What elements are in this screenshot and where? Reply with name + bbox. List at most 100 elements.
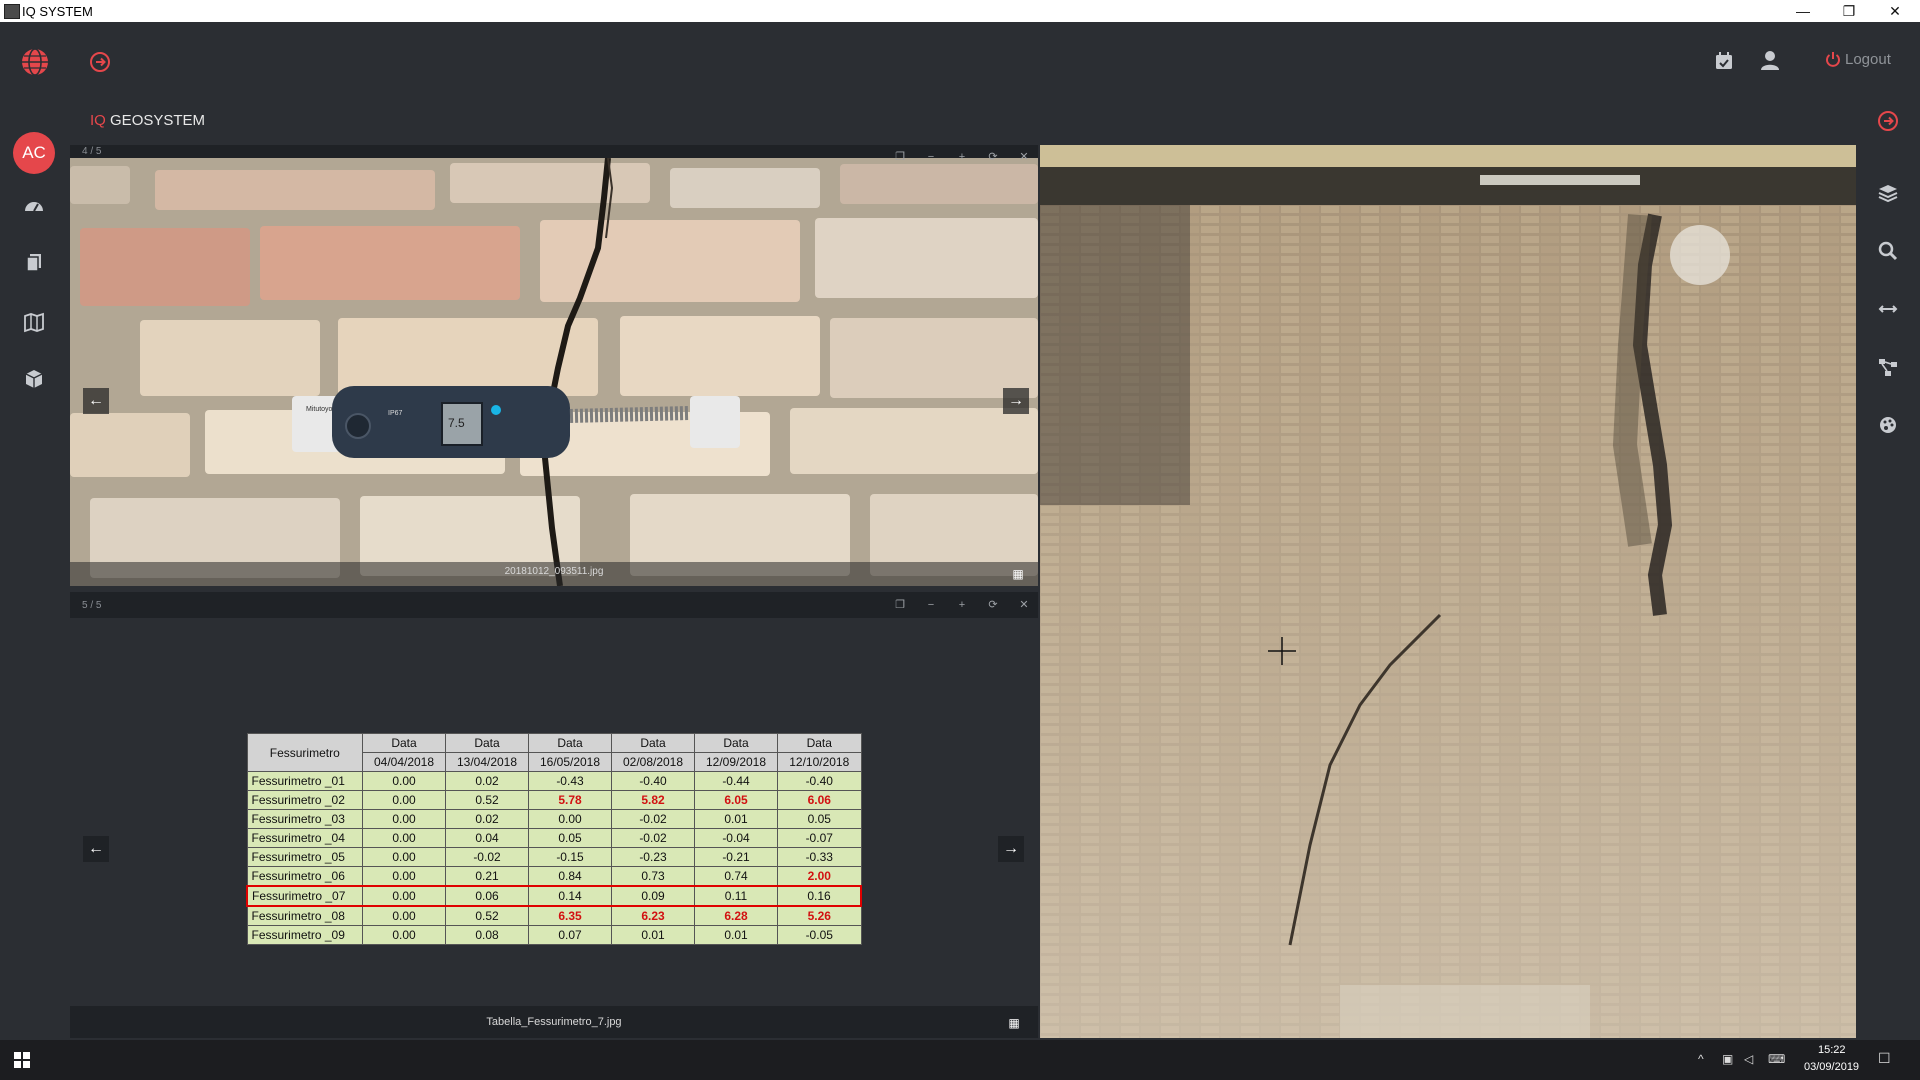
- prev-image-button[interactable]: ←: [83, 836, 109, 862]
- brand-name: GEOSYSTEM: [110, 112, 206, 129]
- copy-icon[interactable]: ❐: [893, 150, 907, 164]
- row-name: Fessurimetro _09: [246, 925, 363, 945]
- table-date: 16/05/2018: [528, 752, 612, 772]
- rotate-icon[interactable]: ⟳: [986, 150, 1000, 164]
- row-value: 0.73: [611, 866, 695, 887]
- row-value: 0.00: [362, 771, 446, 791]
- zoom-in-icon[interactable]: +: [955, 598, 969, 612]
- gauge-icon[interactable]: [20, 192, 48, 220]
- row-value: 0.00: [362, 847, 446, 867]
- row-name: Fessurimetro _04: [246, 828, 363, 848]
- next-image-button[interactable]: →: [1003, 388, 1029, 414]
- palette-icon[interactable]: [1874, 411, 1902, 439]
- row-name: Fessurimetro _08: [246, 905, 363, 926]
- row-value: 0.00: [362, 809, 446, 829]
- user-icon[interactable]: [1759, 49, 1781, 71]
- clock-date[interactable]: 03/09/2019: [1804, 1061, 1859, 1073]
- point-cloud-viewport[interactable]: [1040, 145, 1856, 1038]
- minimize-button[interactable]: —: [1780, 0, 1826, 22]
- row-value: 0.05: [528, 828, 612, 848]
- row-value: 5.26: [777, 905, 862, 926]
- row-value: 0.00: [362, 885, 446, 907]
- table-header-data: Data: [528, 733, 612, 753]
- row-value: 0.07: [528, 925, 612, 945]
- table-row: Fessurimetro _07 0.00 0.06 0.14 0.09 0.11 0.16: [246, 885, 862, 907]
- row-value: 0.04: [445, 828, 529, 848]
- restore-button[interactable]: ❐: [1826, 0, 1872, 22]
- device-brand-label: Mitutoyo: [306, 406, 333, 413]
- device-rating-label: IP67: [388, 410, 403, 417]
- row-value: -0.07: [777, 828, 862, 848]
- page-title: IQ GEOSYSTEM: [90, 112, 205, 129]
- zoom-out-icon[interactable]: −: [924, 150, 938, 164]
- grid-icon[interactable]: ▦: [1004, 1013, 1024, 1033]
- collapse-arrow-icon[interactable]: [1874, 107, 1902, 135]
- search-icon[interactable]: [1874, 237, 1902, 265]
- left-sidebar: AC: [0, 122, 68, 1038]
- row-value: -0.43: [528, 771, 612, 791]
- row-value: 0.21: [445, 866, 529, 887]
- row-value: -0.02: [611, 828, 695, 848]
- power-icon[interactable]: [1825, 51, 1841, 67]
- row-value: -0.15: [528, 847, 612, 867]
- row-value: 5.78: [528, 790, 612, 810]
- documents-icon[interactable]: [20, 249, 48, 277]
- volume-icon[interactable]: ◁: [1744, 1052, 1753, 1066]
- copy-icon[interactable]: ❐: [893, 598, 907, 612]
- map-icon[interactable]: [20, 308, 48, 336]
- zoom-out-icon[interactable]: −: [924, 598, 938, 612]
- row-name: Fessurimetro _05: [246, 847, 363, 867]
- notification-icon[interactable]: ☐: [1878, 1050, 1891, 1067]
- calendar-icon[interactable]: [1713, 50, 1735, 72]
- row-value: -0.04: [694, 828, 778, 848]
- rotate-icon[interactable]: ⟳: [986, 598, 1000, 612]
- grid-icon[interactable]: ▦: [1008, 564, 1028, 584]
- cube-icon[interactable]: [20, 365, 48, 393]
- globe-icon[interactable]: [20, 47, 50, 77]
- login-arrow-icon[interactable]: [89, 51, 111, 73]
- row-value: -0.40: [611, 771, 695, 791]
- measure-icon[interactable]: [1874, 295, 1902, 323]
- clock-time[interactable]: 15:22: [1818, 1044, 1846, 1056]
- close-window-button[interactable]: ✕: [1872, 0, 1918, 22]
- network-tray-icon[interactable]: ▣: [1722, 1052, 1733, 1066]
- zoom-in-icon[interactable]: +: [955, 150, 969, 164]
- measurement-table: Fessurimetro Data Data Data Data Data Da…: [246, 733, 862, 945]
- close-viewer-icon[interactable]: ✕: [1017, 598, 1031, 612]
- keyboard-icon[interactable]: ⌨: [1768, 1052, 1785, 1066]
- table-header-row: Fessurimetro Data Data Data Data Data Da…: [246, 733, 862, 772]
- close-viewer-icon[interactable]: ✕: [1017, 150, 1031, 164]
- layers-icon[interactable]: [1874, 179, 1902, 207]
- prev-image-button[interactable]: ←: [83, 388, 109, 414]
- app-icon: [4, 4, 20, 19]
- row-value: 0.00: [528, 809, 612, 829]
- windows-start-icon[interactable]: [14, 1052, 30, 1068]
- row-value: 0.52: [445, 905, 529, 926]
- row-value: 0.74: [694, 866, 778, 887]
- table-date: 04/04/2018: [362, 752, 446, 772]
- row-value: 5.82: [611, 790, 695, 810]
- row-value: 0.01: [694, 925, 778, 945]
- os-taskbar: ^ ▣ ◁ ⌨ 15:22 03/09/2019 ☐: [0, 1040, 1920, 1080]
- next-image-button[interactable]: →: [998, 836, 1024, 862]
- chevron-up-icon[interactable]: ^: [1698, 1052, 1704, 1066]
- row-value: -0.05: [777, 925, 862, 945]
- table-date: 02/08/2018: [611, 752, 695, 772]
- row-value: 0.01: [694, 809, 778, 829]
- row-value: 0.09: [611, 885, 695, 907]
- crack-gauge-photo[interactable]: 20181012_093511.jpg ▦ Mitutoyo IP67 7.5 …: [70, 158, 1038, 586]
- logout-button[interactable]: Logout: [1845, 51, 1891, 68]
- viewer-bottom-footer: Tabella_Fessurimetro_7.jpg ▦: [70, 1006, 1038, 1038]
- row-name: Fessurimetro _02: [246, 790, 363, 810]
- network-icon[interactable]: [1874, 353, 1902, 381]
- row-value: 6.28: [694, 905, 778, 926]
- table-header-name: Fessurimetro: [246, 733, 363, 772]
- row-value: 0.02: [445, 771, 529, 791]
- table-row: Fessurimetro _03 0.00 0.02 0.00 -0.02 0.01 0.0…: [246, 809, 862, 829]
- table-header-data: Data: [362, 733, 446, 753]
- row-value: -0.33: [777, 847, 862, 867]
- avatar[interactable]: AC: [13, 132, 55, 174]
- row-value: 6.23: [611, 905, 695, 926]
- image-filename: 20181012_093511.jpg: [504, 566, 604, 577]
- row-value: 0.11: [694, 885, 778, 907]
